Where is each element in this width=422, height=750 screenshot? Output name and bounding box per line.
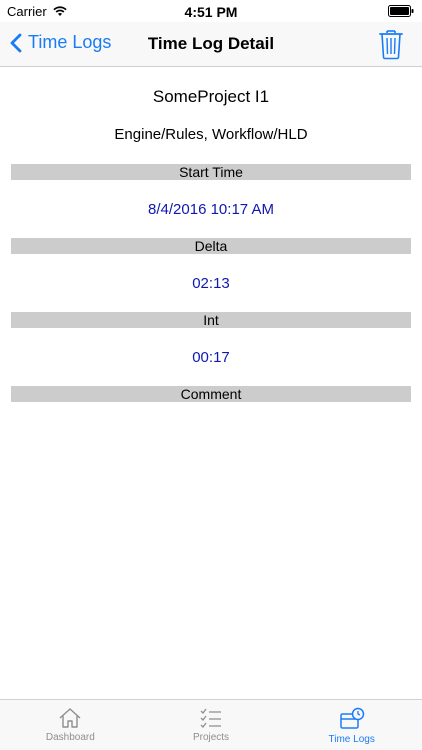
tab-time-logs[interactable]: Time Logs bbox=[281, 700, 422, 750]
trash-icon bbox=[379, 30, 403, 60]
battery-icon bbox=[388, 5, 414, 20]
tab-projects[interactable]: Projects bbox=[141, 700, 282, 750]
tab-dashboard-label: Dashboard bbox=[45, 732, 95, 743]
int-value: 00:17 bbox=[192, 349, 230, 366]
home-icon bbox=[59, 708, 81, 728]
time-log-icon bbox=[339, 707, 364, 729]
tab-projects-label: Projects bbox=[192, 732, 230, 743]
tab-dashboard[interactable]: Dashboard bbox=[0, 700, 141, 750]
page-title: Time Log Detail bbox=[147, 34, 275, 53]
start-time-header: Start Time bbox=[11, 164, 411, 180]
project-name: SomeProject I1 bbox=[152, 87, 270, 106]
delete-button[interactable] bbox=[378, 28, 404, 60]
status-bar: Carrier 4:51 PM bbox=[0, 0, 422, 22]
tab-bar: Dashboard Projects Time Logs bbox=[0, 699, 422, 750]
tab-time-logs-label: Time Logs bbox=[328, 734, 375, 745]
delta-value: 02:13 bbox=[192, 275, 230, 292]
status-time: 4:51 PM bbox=[184, 4, 238, 20]
start-time-value: 8/4/2016 10:17 AM bbox=[148, 201, 274, 218]
comment-header: Comment bbox=[11, 386, 411, 402]
int-header: Int bbox=[11, 312, 411, 328]
navigation-bar: Time Logs Time Log Detail bbox=[0, 22, 422, 67]
task-name: Engine/Rules, Workflow/HLD bbox=[114, 126, 308, 143]
delta-header: Delta bbox=[11, 238, 411, 254]
checklist-icon bbox=[200, 708, 221, 728]
